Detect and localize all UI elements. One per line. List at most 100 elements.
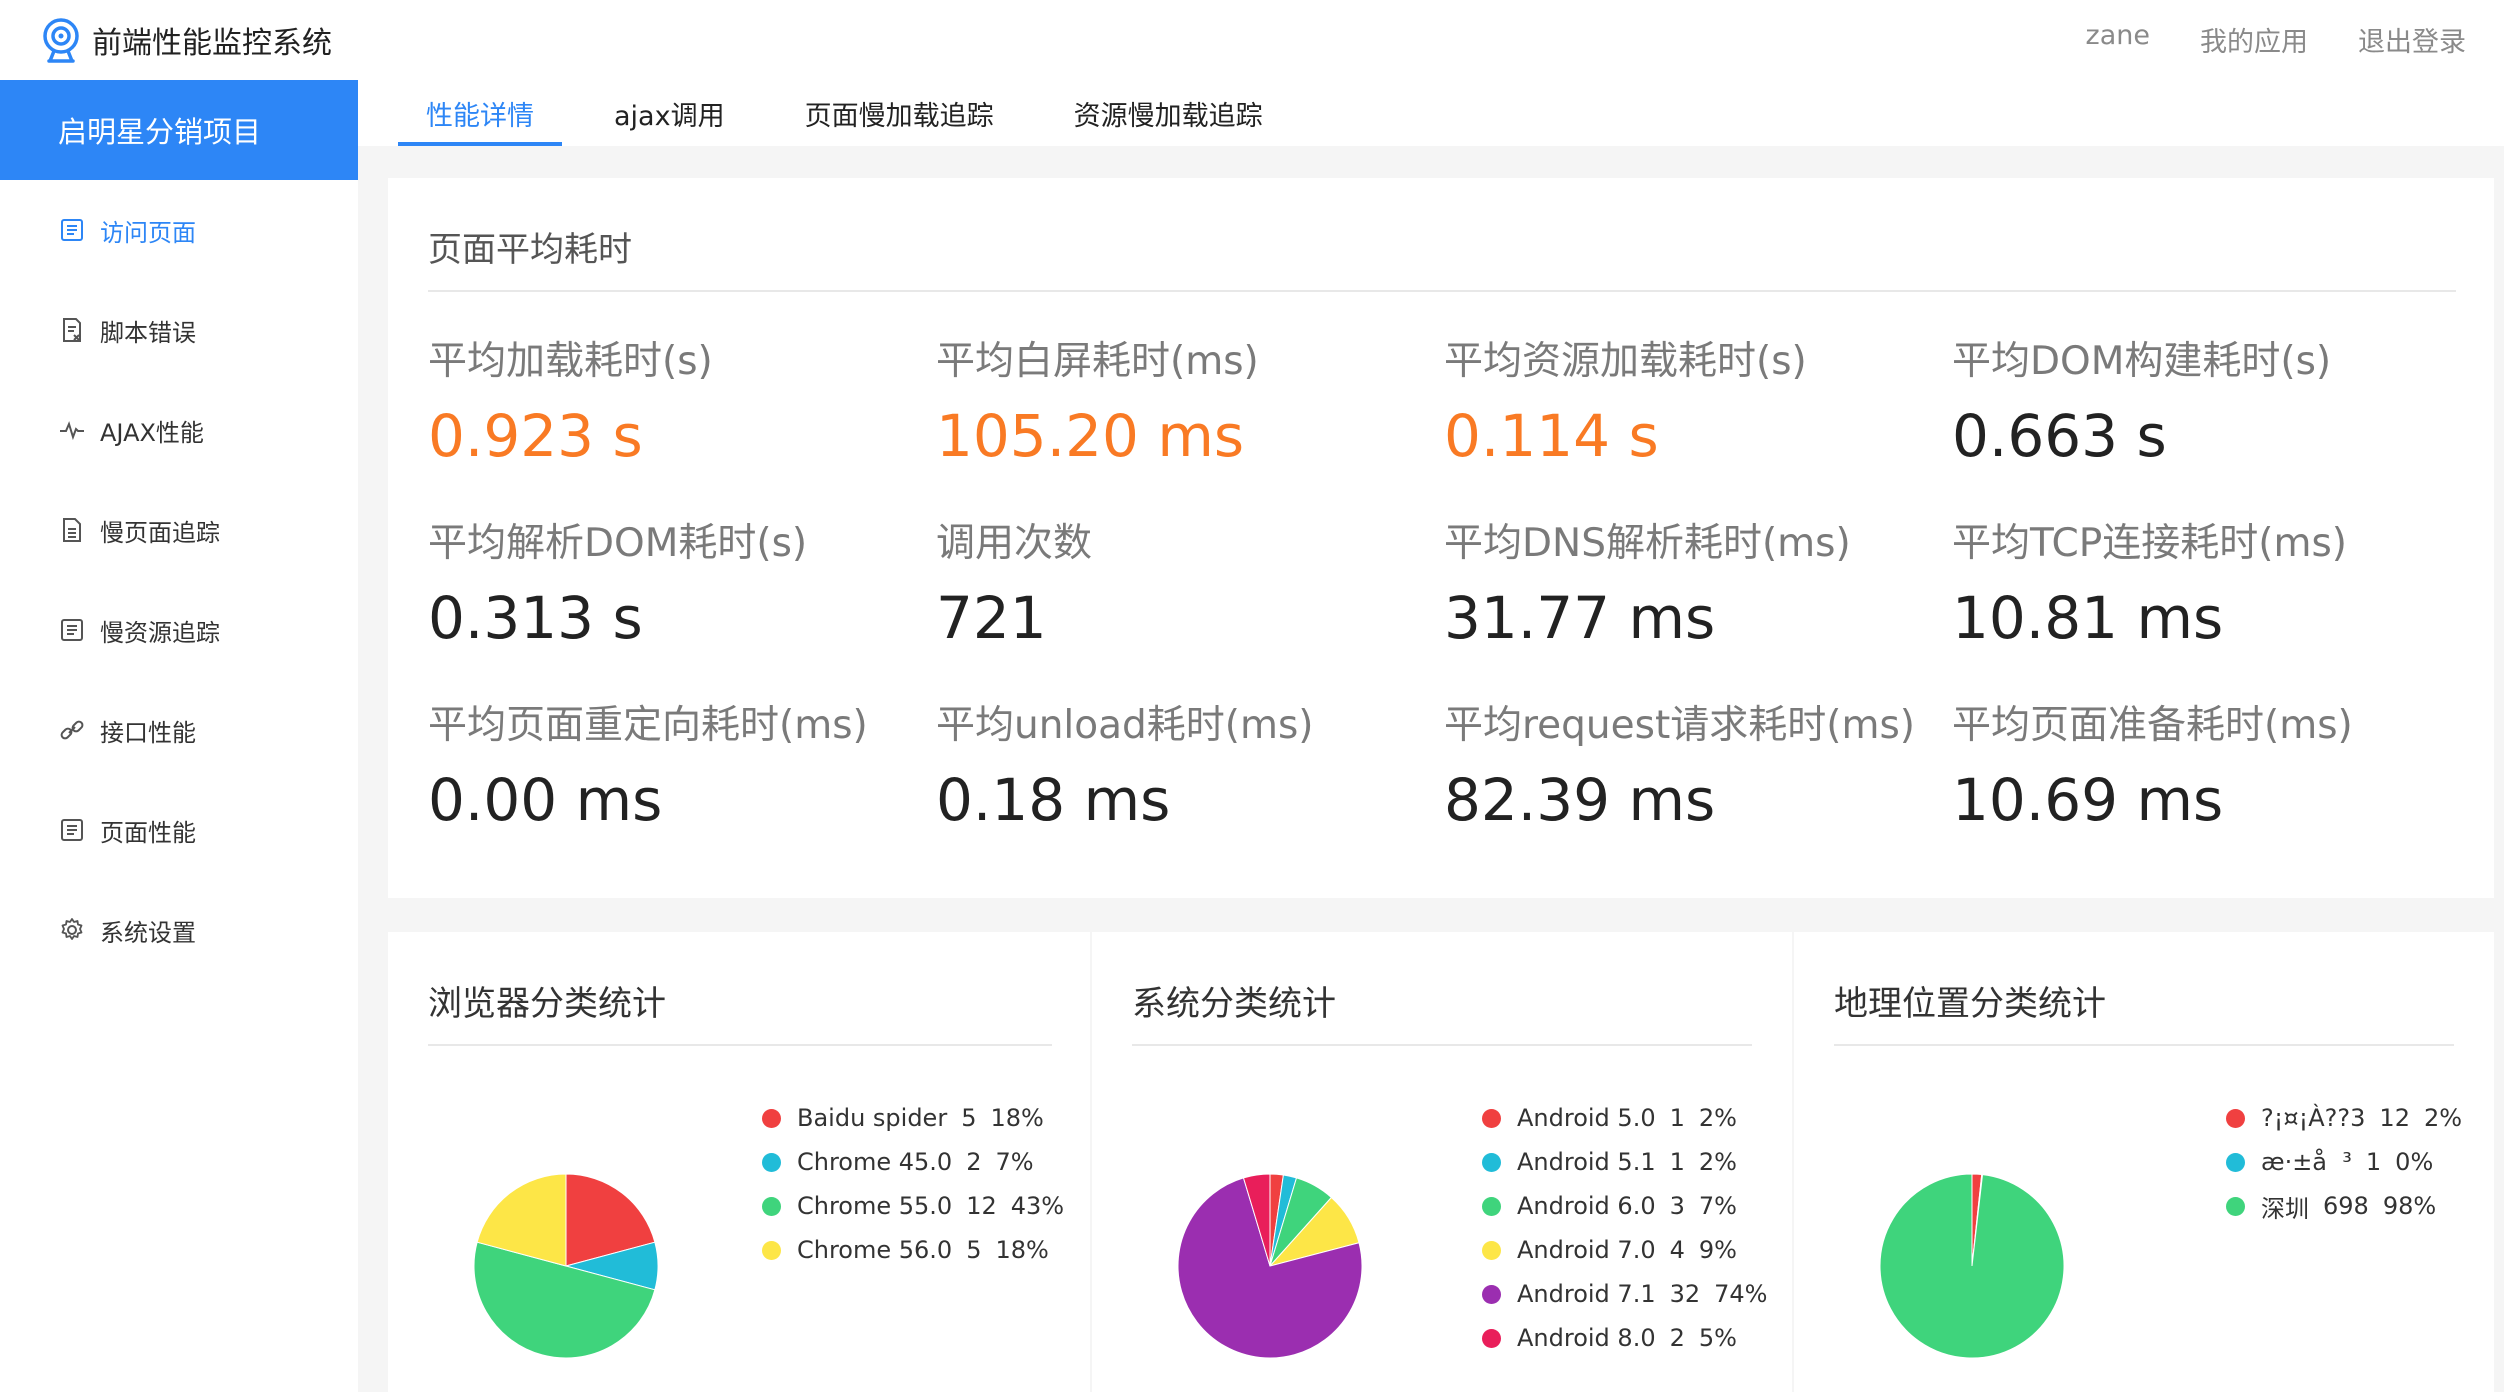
top-bar: 前端性能监控系统 zane 我的应用 退出登录 (0, 0, 2504, 80)
link-icon (60, 720, 84, 740)
legend-label: Chrome 45.0 (797, 1148, 953, 1176)
legend-label: Android 5.1 (1517, 1148, 1656, 1176)
legend-swatch (762, 1152, 781, 1172)
perf-summary-card: 页面平均耗时 平均加载耗时(s) 0.923 s 平均白屏耗时(ms) 105.20… (388, 178, 2494, 898)
metric-label: 平均解析DOM耗时(s) (428, 521, 808, 566)
divider (1834, 1044, 2454, 1046)
metric: 平均白屏耗时(ms) 105.20 ms (936, 330, 1436, 470)
sidebar-item-label: 脚本错误 (100, 318, 196, 347)
tab-ajax-calls[interactable]: ajax调用 (586, 80, 753, 146)
tab-slow-resource-trace[interactable]: 资源慢加载追踪 (1046, 80, 1291, 146)
legend-item[interactable]: Android 5.0 1 2% (1482, 1096, 1767, 1140)
legend-label: 深圳 (2261, 1194, 2309, 1223)
divider (428, 290, 2456, 292)
sidebar-item-ajax[interactable]: AJAX性能 (0, 380, 358, 480)
divider (428, 1044, 1052, 1046)
sidebar-item-settings[interactable]: 系统设置 (0, 880, 358, 980)
tab-perf-detail[interactable]: 性能详情 (398, 80, 562, 146)
chart-legend: Baidu spider 5 18% Chrome 45.0 2 7% Chrome 55.… (762, 1096, 1064, 1272)
legend-swatch (1482, 1196, 1501, 1216)
chart-title: 系统分类统计 (1132, 984, 1336, 1024)
legend-percent: 9% (1698, 1236, 1737, 1264)
tab-bar: 性能详情 ajax调用 页面慢加载追踪 资源慢加载追踪 (358, 80, 2504, 146)
sidebar-item-slow-resources[interactable]: 慢资源追踪 (0, 580, 358, 680)
legend-swatch (2226, 1108, 2245, 1128)
metric-label: 平均页面准备耗时(ms) (1952, 703, 2353, 748)
metric-label: 平均DOM构建耗时(s) (1952, 339, 2332, 384)
metric-value: 721 (936, 584, 1047, 652)
webcam-logo-icon (43, 18, 79, 63)
chart-legend: ?¡¤¡À??3 12 2% æ·±å ³ 1 0% 深圳 698 98% (2226, 1096, 2462, 1228)
chart-legend: Android 5.0 1 2% Android 5.1 1 2% Android 6.0 3… (1482, 1096, 1767, 1360)
sidebar-item-api-perf[interactable]: 接口性能 (0, 680, 358, 780)
metric-label: 平均request请求耗时(ms) (1444, 703, 1915, 748)
legend-swatch (1482, 1284, 1501, 1304)
legend-percent: 74% (1714, 1280, 1768, 1308)
legend-percent: 0% (2395, 1148, 2434, 1176)
legend-percent: 18% (990, 1104, 1044, 1132)
legend-item[interactable]: Android 7.1 32 74% (1482, 1272, 1767, 1316)
legend-swatch (1482, 1108, 1501, 1128)
legend-swatch (1482, 1328, 1501, 1348)
legend-item[interactable]: Chrome 56.0 5 18% (762, 1228, 1064, 1272)
legend-count: 1 (2365, 1148, 2382, 1176)
metric-value: 0.18 ms (936, 766, 1171, 834)
legend-count: 2 (966, 1148, 982, 1176)
metric-label: 平均DNS解析耗时(ms) (1444, 521, 1851, 566)
user-name[interactable]: zane (2086, 20, 2150, 59)
metric: 平均unload耗时(ms) 0.18 ms (936, 694, 1436, 834)
legend-count: 1 (1669, 1148, 1685, 1176)
legend-percent: 7% (995, 1148, 1034, 1176)
metric-label: 平均加载耗时(s) (428, 339, 713, 384)
sidebar-item-slow-pages[interactable]: 慢页面追踪 (0, 480, 358, 580)
metric: 平均解析DOM耗时(s) 0.313 s (428, 512, 928, 652)
metric-value: 0.114 s (1444, 402, 1659, 470)
legend-item[interactable]: Chrome 55.0 12 43% (762, 1184, 1064, 1228)
pulse-icon (60, 421, 84, 441)
metric-label: 平均页面重定向耗时(ms) (428, 703, 868, 748)
metric: 平均页面重定向耗时(ms) 0.00 ms (428, 694, 928, 834)
logout-link[interactable]: 退出登录 (2358, 20, 2466, 59)
metric-label: 平均白屏耗时(ms) (936, 339, 1259, 384)
legend-item[interactable]: æ·±å ³ 1 0% (2226, 1140, 2462, 1184)
sidebar-item-label: 慢页面追踪 (100, 518, 220, 547)
tab-slow-page-trace[interactable]: 页面慢加载追踪 (777, 80, 1022, 146)
sidebar-item-script-errors[interactable]: 脚本错误 (0, 280, 358, 380)
legend-item[interactable]: Chrome 45.0 2 7% (762, 1140, 1064, 1184)
legend-swatch (2226, 1196, 2245, 1216)
my-apps-link[interactable]: 我的应用 (2200, 20, 2308, 59)
metric: 平均request请求耗时(ms) 82.39 ms (1444, 694, 1944, 834)
legend-item[interactable]: 深圳 698 98% (2226, 1184, 2462, 1228)
browser-pie-chart (474, 1174, 658, 1358)
app-logo[interactable]: 前端性能监控系统 (40, 18, 332, 63)
pie-slice[interactable] (1880, 1174, 2064, 1358)
sidebar-item-page-perf[interactable]: 页面性能 (0, 780, 358, 880)
legend-item[interactable]: ?¡¤¡À??3 12 2% (2226, 1096, 2462, 1140)
legend-count: 5 (966, 1236, 982, 1264)
metric-value: 0.663 s (1952, 402, 2167, 470)
legend-label: Android 7.1 (1517, 1280, 1656, 1308)
sidebar-item-label: AJAX性能 (100, 418, 204, 447)
legend-label: Baidu spider (797, 1104, 948, 1132)
geo-pie-chart (1880, 1174, 2064, 1358)
legend-item[interactable]: Android 5.1 1 2% (1482, 1140, 1767, 1184)
project-selector[interactable]: 启明星分销项目 (0, 80, 358, 180)
document-list-icon (61, 819, 83, 841)
legend-label: Android 7.0 (1517, 1236, 1656, 1264)
legend-swatch (2226, 1152, 2245, 1172)
legend-item[interactable]: Android 8.0 2 5% (1482, 1316, 1767, 1360)
legend-swatch (1482, 1152, 1501, 1172)
legend-item[interactable]: Baidu spider 5 18% (762, 1096, 1064, 1140)
legend-item[interactable]: Android 6.0 3 7% (1482, 1184, 1767, 1228)
legend-label: Android 5.0 (1517, 1104, 1656, 1132)
legend-item[interactable]: Android 7.0 4 9% (1482, 1228, 1767, 1272)
metric: 平均资源加载耗时(s) 0.114 s (1444, 330, 1944, 470)
legend-count: 32 (1669, 1280, 1701, 1308)
sidebar-item-visits[interactable]: 访问页面 (0, 180, 358, 280)
metric: 平均DNS解析耗时(ms) 31.77 ms (1444, 512, 1944, 652)
divider (1132, 1044, 1752, 1046)
metric-label: 平均TCP连接耗时(ms) (1952, 521, 2348, 566)
legend-swatch (762, 1108, 781, 1128)
metric-value: 0.313 s (428, 584, 643, 652)
metric-value: 82.39 ms (1444, 766, 1716, 834)
